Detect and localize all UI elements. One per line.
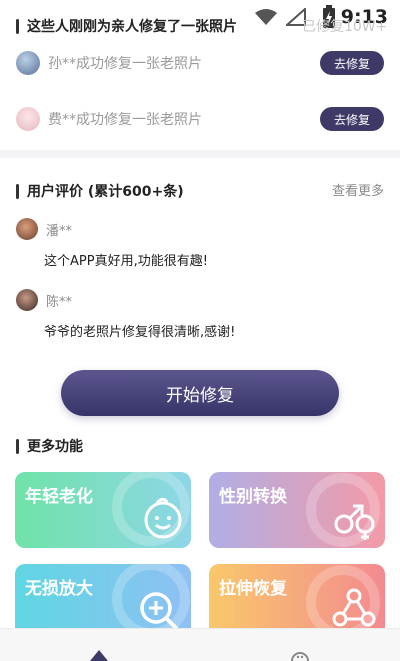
review-item: 潘** 这个APP真好用,功能很有趣! bbox=[16, 218, 384, 269]
recent-repairs-title: 这些人刚刚为亲人修复了一张照片 bbox=[16, 16, 237, 36]
review-content: 这个APP真好用,功能很有趣! bbox=[44, 254, 208, 269]
section-divider bbox=[0, 150, 400, 158]
reviewer-name: 潘** bbox=[46, 223, 73, 239]
recent-repairs-title-text: 这些人刚刚为亲人修复了一张照片 bbox=[27, 19, 237, 35]
avatar bbox=[16, 107, 40, 131]
wifi-icon bbox=[255, 9, 277, 25]
repair-counter: 已修复10W+ bbox=[302, 19, 388, 35]
review-item: 陈** 爷爷的老照片修复得很清晰,感谢! bbox=[16, 289, 384, 340]
more-features-title: 更多功能 bbox=[16, 436, 83, 456]
bottom-tab-bar bbox=[0, 628, 400, 661]
reviews-title-text: 用户评价 (累计600+条) bbox=[27, 184, 184, 200]
review-content: 爷爷的老照片修复得很清晰,感谢! bbox=[44, 325, 236, 340]
feature-label: 性别转换 bbox=[219, 487, 287, 507]
title-bar-decoration bbox=[16, 18, 19, 34]
reviews-title: 用户评价 (累计600+条) bbox=[16, 181, 184, 201]
avatar bbox=[16, 51, 40, 75]
repair-item-text: 孙**成功修复一张老照片 bbox=[48, 56, 202, 72]
start-repair-button[interactable]: 开始修复 bbox=[61, 370, 339, 416]
zoom-in-icon bbox=[140, 592, 179, 631]
title-bar-decoration bbox=[16, 183, 19, 199]
repair-item-text: 费**成功修复一张老照片 bbox=[48, 112, 202, 128]
feature-label: 无损放大 bbox=[25, 579, 93, 599]
reviewer-name: 陈** bbox=[46, 294, 73, 310]
avatar bbox=[16, 289, 38, 311]
avatar bbox=[16, 218, 38, 240]
go-repair-button[interactable]: 去修复 bbox=[320, 107, 384, 131]
title-bar-decoration bbox=[16, 438, 19, 454]
profile-tab-icon[interactable] bbox=[289, 649, 311, 661]
feature-card-gender[interactable]: 性别转换 bbox=[209, 472, 385, 548]
more-features-title-text: 更多功能 bbox=[27, 439, 83, 455]
connect-nodes-icon bbox=[332, 588, 376, 627]
baby-face-icon bbox=[144, 497, 182, 539]
list-item: 孙**成功修复一张老照片 去修复 bbox=[16, 46, 384, 80]
feature-card-age[interactable]: 年轻老化 bbox=[15, 472, 191, 548]
list-item: 费**成功修复一张老照片 去修复 bbox=[16, 102, 384, 136]
view-more-link[interactable]: 查看更多 bbox=[332, 180, 384, 199]
go-repair-button[interactable]: 去修复 bbox=[320, 51, 384, 75]
feature-label: 年轻老化 bbox=[25, 487, 93, 507]
feature-label: 拉伸恢复 bbox=[219, 579, 287, 599]
gender-icon bbox=[334, 504, 375, 540]
home-tab-icon[interactable] bbox=[88, 647, 110, 661]
